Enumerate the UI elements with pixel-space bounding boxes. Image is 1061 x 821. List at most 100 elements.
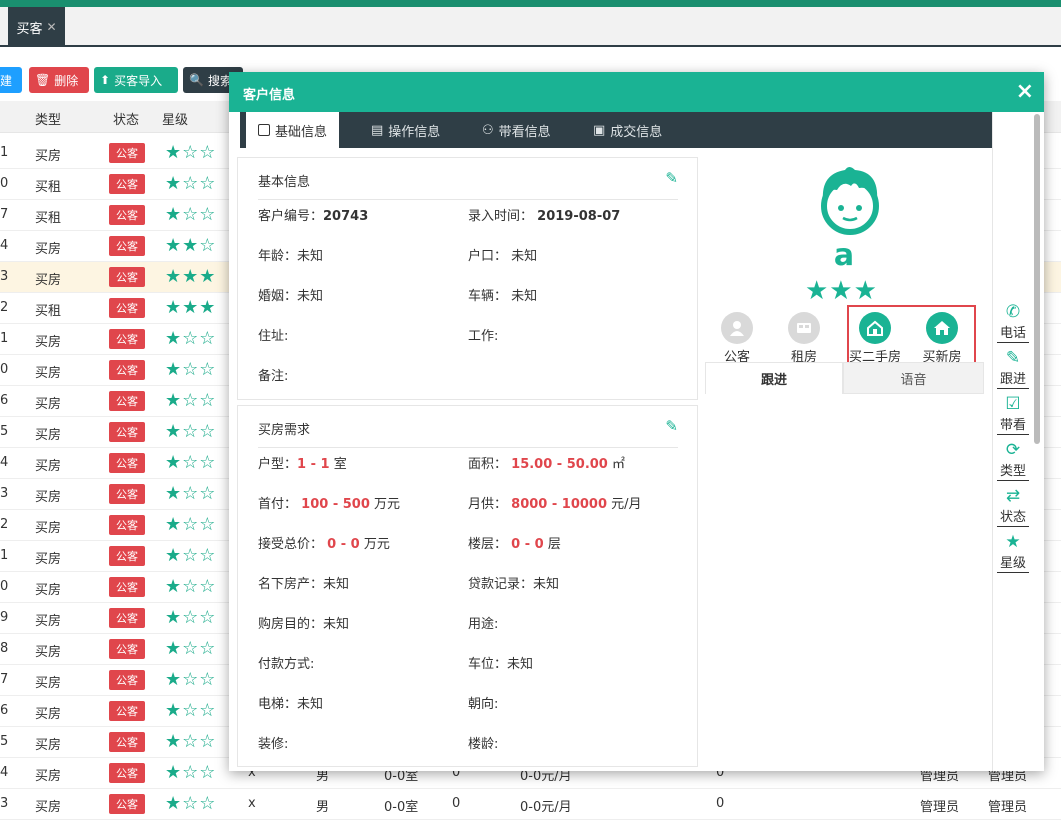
row-type: 买房 xyxy=(35,552,62,567)
row-id: 3 xyxy=(0,486,9,501)
row-type: 买房 xyxy=(35,800,62,815)
job-field: 工作: xyxy=(468,329,499,344)
delete-label: 删除 xyxy=(54,73,79,88)
row-stars: ★★☆ xyxy=(165,235,217,256)
row-type: 买房 xyxy=(35,645,62,660)
table-row[interactable]: 3 买房 公客 ★☆☆ x 男 0-0室 0 0-0元/月 0 管理员 管理员 xyxy=(0,789,1061,820)
row-stars: ★☆☆ xyxy=(165,762,217,783)
row-type: 买房 xyxy=(35,459,62,474)
row-type: 买房 xyxy=(35,521,62,536)
tab-viewing-info[interactable]: ⚇ 带看信息 xyxy=(482,112,551,148)
side-star[interactable]: ★ 星级 xyxy=(997,532,1029,573)
col-status: 状态 xyxy=(113,113,140,128)
tab-close-icon[interactable]: ✕ xyxy=(46,20,56,34)
row-type: 买房 xyxy=(35,490,62,505)
edit-need-icon[interactable]: ✎ xyxy=(665,417,678,435)
bed-icon xyxy=(788,312,820,344)
tab-buyer[interactable]: 买客 ✕ xyxy=(8,7,65,47)
row-stars: ★★★ xyxy=(165,266,217,287)
row-type: 买房 xyxy=(35,366,62,381)
calendar-icon: ☑ xyxy=(1005,394,1021,414)
row-stars: ★☆☆ xyxy=(165,514,217,535)
customer-code: 客户编号：20743 xyxy=(258,209,369,224)
row-id: 0 xyxy=(0,176,9,191)
tab-voice[interactable]: 语音 xyxy=(843,362,984,394)
tab-viewing-label: 带看信息 xyxy=(498,124,551,140)
tab-follow[interactable]: 跟进 xyxy=(705,362,843,394)
tab-label: 买客 xyxy=(16,21,43,37)
row-type: 买房 xyxy=(35,769,62,784)
avatar-icon xyxy=(821,167,879,235)
status-badge: 公客 xyxy=(109,484,145,504)
row-type: 买房 xyxy=(35,676,62,691)
row-stars: ★★★ xyxy=(165,297,217,318)
close-icon[interactable]: × xyxy=(1016,81,1034,103)
side-status[interactable]: ⇄ 状态 xyxy=(997,486,1029,527)
side-menu: ✆ 电话 ✎ 跟进 ☑ 带看 ⟳ 类型 ⇄ 状态 ★ 星级 ⇧ 顶部 xyxy=(992,112,1032,771)
type-public[interactable]: 公客 xyxy=(719,312,755,365)
status-badge: 公客 xyxy=(109,174,145,194)
upload-icon: ⬆ xyxy=(100,73,111,87)
side-follow-label: 跟进 xyxy=(997,368,1029,389)
modal-scrollbar[interactable] xyxy=(1034,114,1040,444)
customer-stars: ★★★ xyxy=(805,276,878,306)
basic-info-header: 基本信息 ✎ xyxy=(258,169,678,200)
import-button[interactable]: ⬆ 买客导入 xyxy=(94,67,178,93)
type-rent[interactable]: 租房 xyxy=(786,312,822,365)
orientation-field: 朝向: xyxy=(468,697,499,712)
col-type: 类型 xyxy=(35,113,62,128)
row-type: 买房 xyxy=(35,335,62,350)
tab-basic-info[interactable]: 基础信息 xyxy=(246,112,340,148)
status-badge: 公客 xyxy=(109,763,145,783)
side-type[interactable]: ⟳ 类型 xyxy=(997,440,1029,481)
status-badge: 公客 xyxy=(109,391,145,411)
purchase-need-title: 买房需求 xyxy=(258,423,311,438)
row-type: 买房 xyxy=(35,242,62,257)
row-stars: ★☆☆ xyxy=(165,452,217,473)
row-stars: ★☆☆ xyxy=(165,638,217,659)
age-field: 年龄：未知 xyxy=(258,249,324,264)
new-button[interactable]: 建 xyxy=(0,67,22,93)
tab-deal-info[interactable]: ▣ 成交信息 xyxy=(593,112,662,148)
follow-tabs: 跟进 语音 xyxy=(705,362,985,394)
row-type: 买租 xyxy=(35,304,62,319)
tab-bar: 买客 ✕ xyxy=(0,7,1061,47)
row-id: 5 xyxy=(0,424,9,439)
status-badge: 公客 xyxy=(109,360,145,380)
status-badge: 公客 xyxy=(109,422,145,442)
row-stars: ★☆☆ xyxy=(165,142,217,163)
side-phone-label: 电话 xyxy=(997,322,1029,343)
row-manager: 管理员 xyxy=(920,800,960,815)
delete-button[interactable]: 🗑 删除 xyxy=(29,67,89,93)
modal-header: 客户信息 × xyxy=(229,72,1044,112)
row-stars: ★☆☆ xyxy=(165,607,217,628)
side-star-label: 星级 xyxy=(997,552,1029,573)
row-value: 0 xyxy=(716,796,725,811)
side-phone[interactable]: ✆ 电话 xyxy=(997,302,1029,343)
status-badge: 公客 xyxy=(109,732,145,752)
tab-operation-info[interactable]: ▤ 操作信息 xyxy=(371,112,440,148)
people-icon: ⚇ xyxy=(482,122,494,138)
row-id: 4 xyxy=(0,765,9,780)
purchase-need-panel: 买房需求 ✎ 户型：1 - 1 室 面积： 15.00 - 50.00 ㎡ 首付… xyxy=(237,405,698,767)
row-id: 1 xyxy=(0,331,9,346)
edit-basic-icon[interactable]: ✎ xyxy=(665,169,678,187)
customer-info-modal: 客户信息 × 基础信息 ▤ 操作信息 ⚇ 带看信息 ▣ 成交信息 基本信息 ✎ … xyxy=(229,72,1044,771)
row-id: 7 xyxy=(0,207,9,222)
side-follow[interactable]: ✎ 跟进 xyxy=(997,348,1029,389)
row-type: 买房 xyxy=(35,273,62,288)
down-payment-field: 首付： 100 - 500 万元 xyxy=(258,497,401,512)
status-badge: 公客 xyxy=(109,577,145,597)
search-icon: 🔍 xyxy=(189,73,204,87)
side-status-label: 状态 xyxy=(997,506,1029,527)
top-accent-bar xyxy=(0,0,1061,7)
row-id: 5 xyxy=(0,734,9,749)
customer-name: a xyxy=(833,238,855,273)
basic-info-panel: 基本信息 ✎ 客户编号：20743 录入时间： 2019-08-07 年龄：未知… xyxy=(237,157,698,400)
status-badge: 公客 xyxy=(109,670,145,690)
row-stars: ★☆☆ xyxy=(165,390,217,411)
loan-record-field: 贷款记录：未知 xyxy=(468,577,560,592)
row-type: 买房 xyxy=(35,149,62,164)
side-viewing[interactable]: ☑ 带看 xyxy=(997,394,1029,435)
row-id: 3 xyxy=(0,796,9,811)
